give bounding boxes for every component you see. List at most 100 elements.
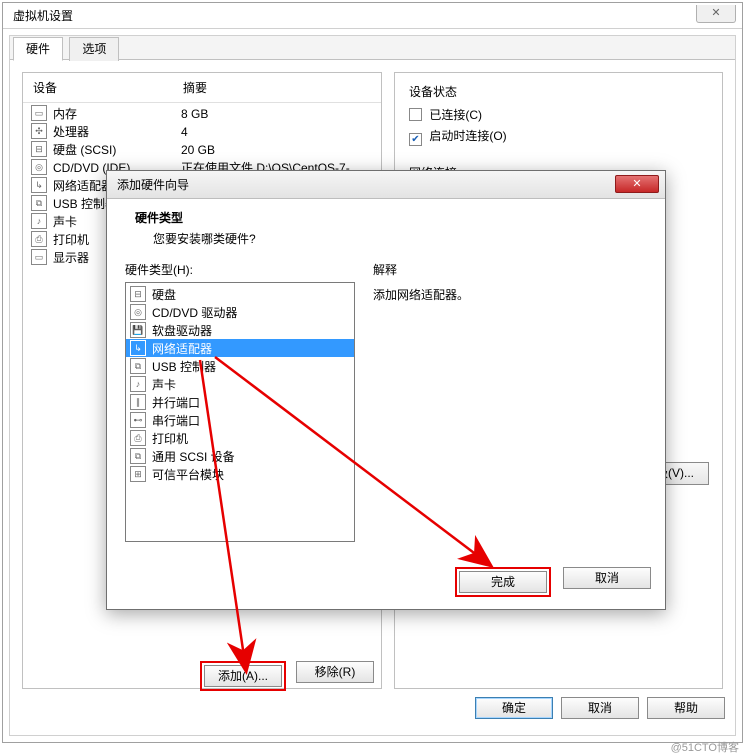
hardware-type-item-label: 通用 SCSI 设备	[152, 448, 235, 465]
tab-options[interactable]: 选项	[69, 37, 119, 61]
cancel-button-label: 取消	[588, 701, 612, 715]
hardware-type-item[interactable]: ⎙ 打印机	[126, 429, 354, 447]
hardware-type-icon: ∥	[130, 394, 146, 410]
wizard-split: 硬件类型(H): ⊟ 硬盘 ◎ CD/DVD 驱动器 💾 软盘驱动器 ↳ 网络适配器 ⧉ USB …	[107, 261, 665, 561]
device-icon: ↳	[31, 177, 47, 193]
help-button[interactable]: 帮助	[647, 697, 725, 719]
hardware-type-item[interactable]: ∥ 并行端口	[126, 393, 354, 411]
checkbox-start-row[interactable]: ✔ 启动时连接(O)	[409, 127, 708, 146]
hardware-type-listbox[interactable]: ⊟ 硬盘 ◎ CD/DVD 驱动器 💾 软盘驱动器 ↳ 网络适配器 ⧉ USB 控制器 ♪ 声卡 ∥ 并行…	[125, 282, 355, 542]
hardware-type-item[interactable]: ♪ 声卡	[126, 375, 354, 393]
hardware-type-item-label: 并行端口	[152, 394, 200, 411]
window-close-button[interactable]: ✕	[696, 5, 736, 23]
hardware-type-icon: ♪	[130, 376, 146, 392]
hardware-type-item-label: 打印机	[152, 430, 188, 447]
device-name: 内存	[53, 105, 181, 123]
hardware-type-item-label: 串行端口	[152, 412, 200, 429]
tab-options-label: 选项	[82, 42, 106, 56]
checkbox-connected-label: 已连接(C)	[429, 108, 482, 122]
device-summary: 8 GB	[181, 105, 373, 123]
hardware-type-item[interactable]: ⊞ 可信平台模块	[126, 465, 354, 483]
device-row[interactable]: ▭ 内存8 GB	[23, 105, 381, 123]
hardware-type-icon: ◎	[130, 304, 146, 320]
hardware-type-left: 硬件类型(H): ⊟ 硬盘 ◎ CD/DVD 驱动器 💾 软盘驱动器 ↳ 网络适配器 ⧉ USB …	[125, 261, 355, 561]
device-icon: ⧉	[31, 195, 47, 211]
hardware-type-item[interactable]: 💾 软盘驱动器	[126, 321, 354, 339]
col-device: 设备	[33, 79, 183, 96]
hardware-type-item[interactable]: ⊷ 串行端口	[126, 411, 354, 429]
hardware-type-icon: ⧉	[130, 358, 146, 374]
checkbox-start-label: 启动时连接(O)	[429, 129, 506, 143]
tab-hardware-label: 硬件	[26, 42, 50, 56]
hardware-type-item-label: 可信平台模块	[152, 466, 224, 483]
wizard-body: 硬件类型 您要安装哪类硬件? 硬件类型(H): ⊟ 硬盘 ◎ CD/DVD 驱动器 💾 软…	[107, 199, 665, 609]
hardware-type-item-label: 硬盘	[152, 286, 176, 303]
wizard-titlebar: 添加硬件向导 ✕	[107, 171, 665, 199]
hardware-type-item[interactable]: ⧉ USB 控制器	[126, 357, 354, 375]
device-row[interactable]: ✣ 处理器4	[23, 123, 381, 141]
finish-button-label: 完成	[491, 575, 515, 589]
close-icon: ✕	[711, 7, 720, 19]
hardware-explain: 解释 添加网络适配器。	[373, 261, 647, 561]
device-icon: ⊟	[31, 141, 47, 157]
checkbox-connected-row[interactable]: 已连接(C)	[409, 106, 708, 123]
wizard-close-button[interactable]: ✕	[615, 175, 659, 193]
checkbox-connected[interactable]	[409, 108, 422, 121]
hardware-type-item[interactable]: ⧉ 通用 SCSI 设备	[126, 447, 354, 465]
finish-button[interactable]: 完成	[459, 571, 547, 593]
wizard-head-sub: 您要安装哪类硬件?	[135, 230, 637, 247]
wizard-cancel-button[interactable]: 取消	[563, 567, 651, 589]
remove-button[interactable]: 移除(R)	[296, 661, 374, 683]
remove-button-label: 移除(R)	[315, 665, 356, 679]
hardware-type-item-label: USB 控制器	[152, 358, 216, 375]
add-button-label: 添加(A)...	[218, 669, 268, 683]
device-header: 设备 摘要	[23, 73, 381, 103]
add-hardware-wizard: 添加硬件向导 ✕ 硬件类型 您要安装哪类硬件? 硬件类型(H): ⊟ 硬盘 ◎ CD/…	[106, 170, 666, 610]
wizard-cancel-button-label: 取消	[595, 571, 619, 585]
hardware-type-item-label: 网络适配器	[152, 340, 212, 357]
device-icon: ✣	[31, 123, 47, 139]
col-summary: 摘要	[183, 79, 207, 96]
hardware-type-icon: ⊟	[130, 286, 146, 302]
hardware-type-item[interactable]: ⊟ 硬盘	[126, 285, 354, 303]
status-group-title: 设备状态	[409, 83, 708, 100]
explain-text: 添加网络适配器。	[373, 286, 647, 303]
hardware-type-label: 硬件类型(H):	[125, 261, 355, 278]
ok-button[interactable]: 确定	[475, 697, 553, 719]
hardware-type-icon: ⎙	[130, 430, 146, 446]
titlebar: 虚拟机设置 ✕	[3, 3, 742, 29]
add-button[interactable]: 添加(A)...	[204, 665, 282, 687]
window-title: 虚拟机设置	[13, 9, 73, 23]
hardware-type-icon: ⧉	[130, 448, 146, 464]
checkbox-start[interactable]: ✔	[409, 133, 422, 146]
device-name: 处理器	[53, 123, 181, 141]
hardware-type-item-label: CD/DVD 驱动器	[152, 304, 237, 321]
finish-button-highlight: 完成	[455, 567, 551, 597]
hardware-type-icon: 💾	[130, 322, 146, 338]
tabstrip: 硬件 选项	[10, 36, 735, 60]
dialog-buttons: 确定 取消 帮助	[10, 697, 735, 731]
hardware-type-icon: ⊞	[130, 466, 146, 482]
add-button-highlight: 添加(A)...	[200, 661, 286, 691]
device-summary: 4	[181, 123, 373, 141]
device-icon: ▭	[31, 249, 47, 265]
close-icon: ✕	[632, 178, 641, 190]
cancel-button[interactable]: 取消	[561, 697, 639, 719]
hardware-type-icon: ↳	[130, 340, 146, 356]
hardware-type-item[interactable]: ◎ CD/DVD 驱动器	[126, 303, 354, 321]
hardware-type-item-label: 声卡	[152, 376, 176, 393]
hardware-type-item[interactable]: ↳ 网络适配器	[126, 339, 354, 357]
device-icon: ♪	[31, 213, 47, 229]
tab-hardware[interactable]: 硬件	[13, 37, 63, 61]
wizard-header: 硬件类型 您要安装哪类硬件?	[107, 199, 665, 261]
wizard-buttons: 完成 取消	[455, 567, 651, 597]
hardware-type-item-label: 软盘驱动器	[152, 322, 212, 339]
explain-label: 解释	[373, 261, 647, 278]
device-icon: ▭	[31, 105, 47, 121]
wizard-head-title: 硬件类型	[135, 209, 637, 226]
hardware-type-icon: ⊷	[130, 412, 146, 428]
device-icon: ⎙	[31, 231, 47, 247]
device-name: 硬盘 (SCSI)	[53, 141, 181, 159]
help-button-label: 帮助	[674, 701, 698, 715]
device-row[interactable]: ⊟硬盘 (SCSI)20 GB	[23, 141, 381, 159]
